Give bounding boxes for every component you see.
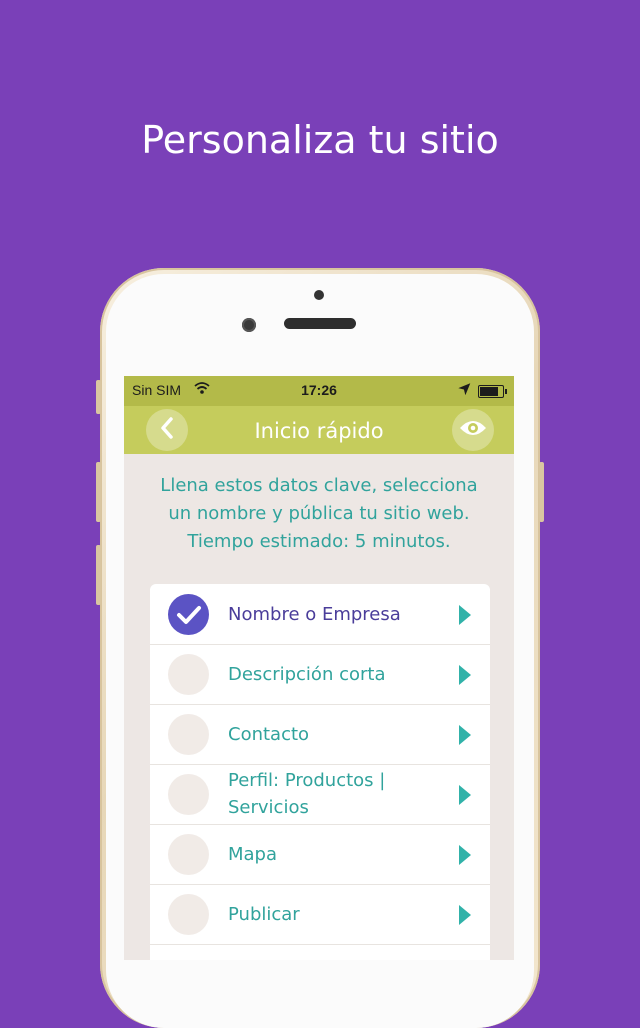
disclosure-arrow-icon [459,665,471,685]
eye-icon [458,418,488,443]
checkmark-icon [176,605,201,624]
step-checkbox[interactable] [168,594,209,635]
step-label: Publicar [228,903,300,925]
phone-power-button [539,462,544,522]
step-row-contacto[interactable]: Contacto [150,704,490,765]
step-checkbox[interactable] [168,654,209,695]
phone-sensor [314,290,324,300]
intro-line: Llena estos datos clave, selecciona [160,475,478,496]
preview-button[interactable] [452,409,494,451]
nav-bar: Inicio rápido [124,406,514,454]
disclosure-arrow-icon [459,785,471,805]
step-label: Perfil: Productos | Servicios [228,770,386,818]
step-label: Descripción corta [228,663,386,685]
step-checkbox[interactable] [168,774,209,815]
step-label: Nombre o Empresa [228,603,401,625]
step-checkbox[interactable] [168,894,209,935]
step-row-perfil[interactable]: Perfil: Productos | Servicios [150,764,490,825]
status-bar: Sin SIM 17:26 [124,376,514,406]
intro-line: Tiempo estimado: 5 minutos. [187,531,451,552]
step-checkbox[interactable] [168,834,209,875]
step-row-publicar[interactable]: Publicar [150,884,490,945]
phone-mute-switch [96,380,101,414]
step-row-descripcion[interactable]: Descripción corta [150,644,490,705]
phone-volume-up [96,462,101,522]
intro-line: un nombre y pública tu sitio web. [168,503,470,524]
step-label: Contacto [228,723,310,745]
battery-level [480,387,498,396]
phone-camera [242,318,256,332]
disclosure-arrow-icon [459,725,471,745]
intro-text: Llena estos datos clave, selecciona un n… [144,472,494,556]
step-row-mapa[interactable]: Mapa [150,824,490,885]
step-row-nombre[interactable]: Nombre o Empresa [150,584,490,645]
disclosure-arrow-icon [459,905,471,925]
page-headline: Personaliza tu sitio [141,118,499,162]
phone-volume-down [96,545,101,605]
app-screen: Sin SIM 17:26 Inicio rápido Llena estos … [124,376,514,960]
step-label: Mapa [228,843,278,865]
disclosure-arrow-icon [459,845,471,865]
step-checkbox[interactable] [168,714,209,755]
disclosure-arrow-icon [459,605,471,625]
steps-list: Nombre o Empresa Descripción corta Conta… [150,584,490,960]
battery-icon [478,385,507,398]
phone-speaker [284,318,356,329]
